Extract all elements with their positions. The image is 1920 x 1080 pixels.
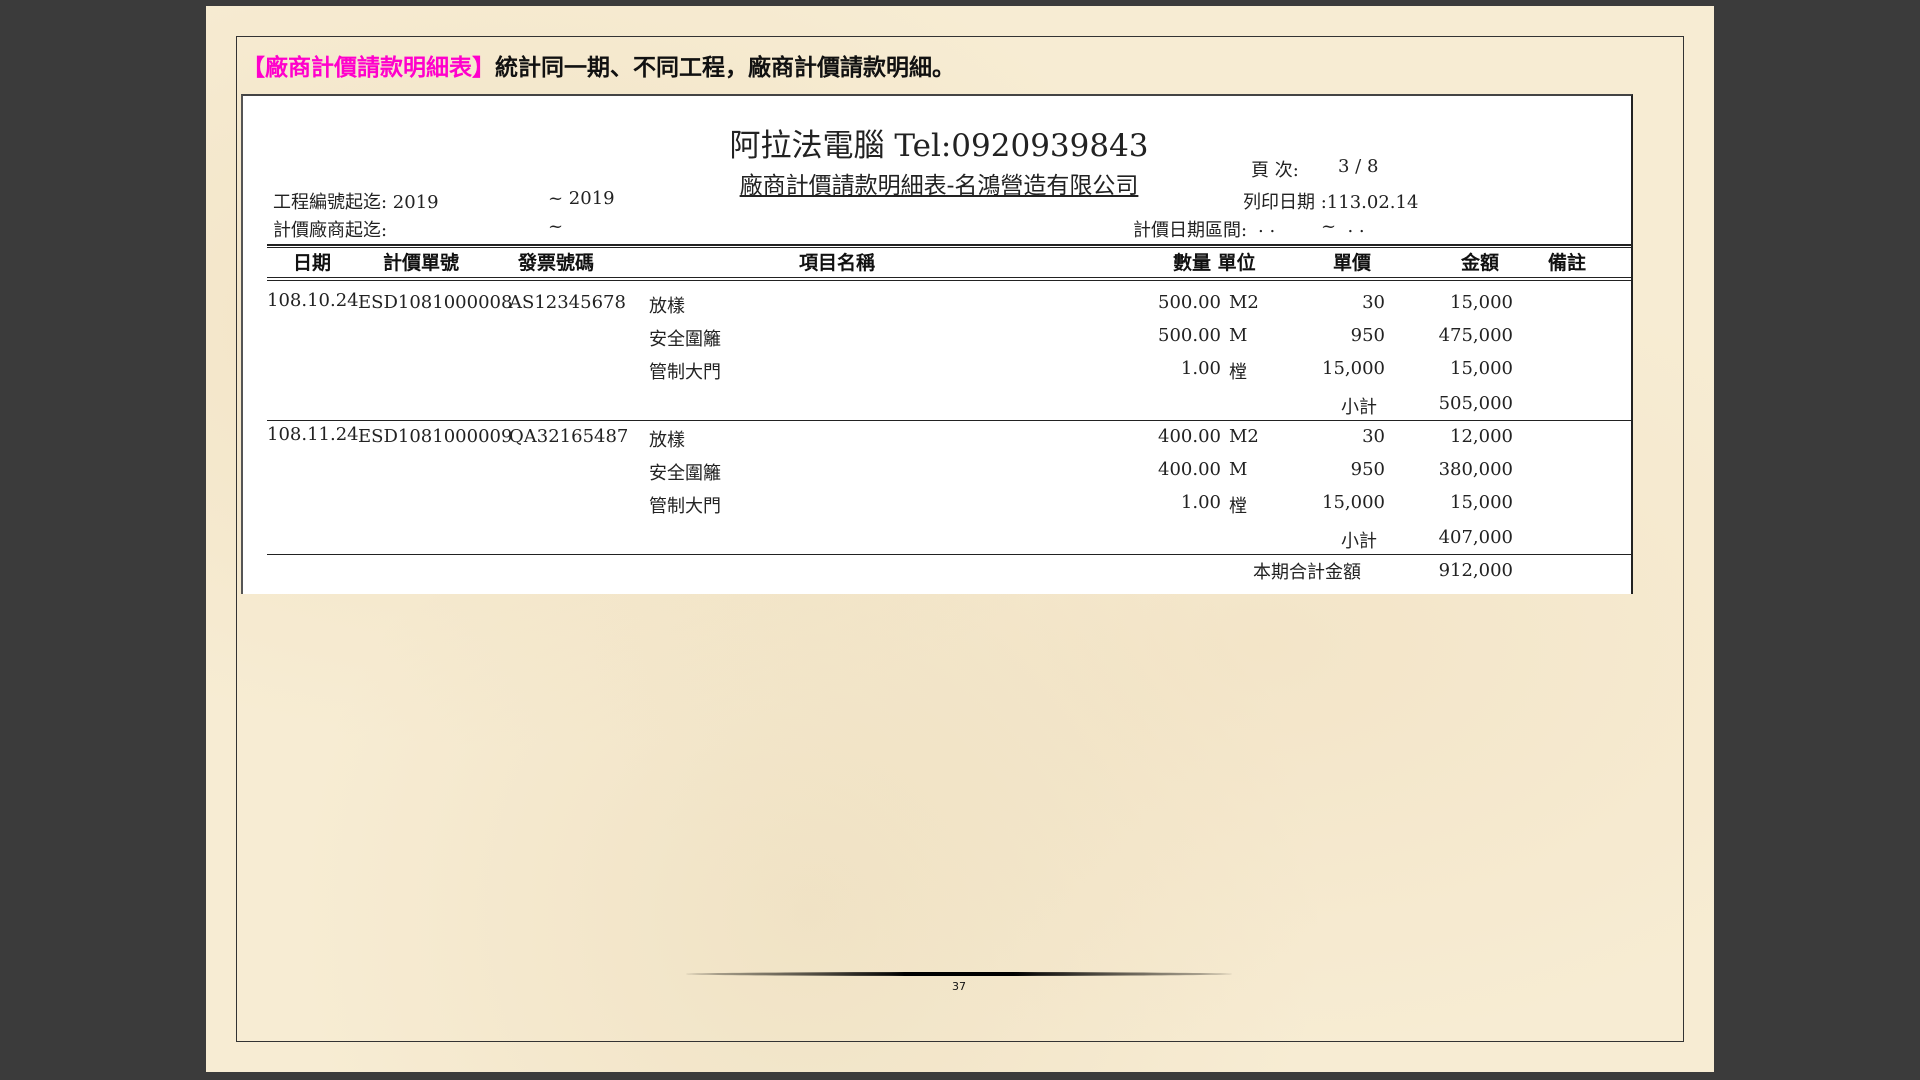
item-qty: 500.00 <box>1158 292 1221 313</box>
item-qty: 400.00 <box>1158 426 1221 447</box>
item-amount: 380,000 <box>1438 459 1513 480</box>
subtotal-label: 小計 <box>1341 397 1377 418</box>
item-qty: 1.00 <box>1180 358 1221 379</box>
item-price: 950 <box>1350 325 1385 346</box>
item-price: 30 <box>1362 426 1385 447</box>
item-name: 安全圍籬 <box>649 329 721 350</box>
item-unit: M2 <box>1229 292 1259 313</box>
item-price: 15,000 <box>1322 358 1385 379</box>
item-price: 30 <box>1362 292 1385 313</box>
vendor-range-label: 計價廠商起迄: <box>273 220 388 241</box>
item-price: 15,000 <box>1322 492 1385 513</box>
item-amount: 15,000 <box>1450 358 1513 379</box>
header-bottom-rule-2 <box>267 280 1633 281</box>
item-unit: M <box>1229 325 1248 346</box>
item-name: 管制大門 <box>649 496 721 517</box>
section-heading: 【廠商計價請款明細表】統計同一期、不同工程，廠商計價請款明細。 <box>242 48 955 82</box>
group-divider <box>267 420 1633 421</box>
report-sheet: 阿拉法電腦 Tel:0920939843 廠商計價請款明細表-名鴻營造有限公司 … <box>241 94 1633 594</box>
col-qty-unit: 數量 單位 <box>1173 252 1256 274</box>
date-range-value: . . ~ . . <box>1258 216 1365 237</box>
subtotal-label: 小計 <box>1341 531 1377 552</box>
document-page: 【廠商計價請款明細表】統計同一期、不同工程，廠商計價請款明細。 阿拉法電腦 Te… <box>206 6 1714 1072</box>
item-amount: 15,000 <box>1450 492 1513 513</box>
page-number: 37 <box>952 980 966 993</box>
header-top-rule-2 <box>267 247 1633 248</box>
row-doc-no: ESD1081000008 <box>358 292 513 313</box>
col-doc-no: 計價單號 <box>383 252 460 274</box>
item-name: 放樣 <box>649 296 685 317</box>
project-range-label: 工程編號起迄: 2019 <box>273 192 439 213</box>
page-label: 頁 次: <box>1251 160 1299 181</box>
project-range-to: ~ 2019 <box>548 188 615 209</box>
item-qty: 500.00 <box>1158 325 1221 346</box>
page-value: 3 / 8 <box>1338 156 1379 177</box>
col-item-name: 項目名稱 <box>799 252 876 274</box>
grand-total-label: 本期合計金額 <box>1253 562 1361 583</box>
subtotal-amount: 407,000 <box>1438 527 1513 548</box>
col-invoice: 發票號碼 <box>518 252 595 274</box>
row-doc-no: ESD1081000009 <box>358 426 513 447</box>
subtotal-amount: 505,000 <box>1438 393 1513 414</box>
item-unit: 樘 <box>1229 362 1247 383</box>
item-amount: 475,000 <box>1438 325 1513 346</box>
row-invoice: QA32165487 <box>509 426 629 447</box>
company-title: 阿拉法電腦 Tel:0920939843 <box>729 128 1149 164</box>
date-range-label: 計價日期區間: <box>1133 220 1248 241</box>
footer-rule <box>686 972 1232 976</box>
item-unit: M2 <box>1229 426 1259 447</box>
col-date: 日期 <box>293 252 332 274</box>
item-qty: 400.00 <box>1158 459 1221 480</box>
item-name: 安全圍籬 <box>649 463 721 484</box>
row-invoice: AS12345678 <box>509 292 626 313</box>
header-top-rule <box>267 244 1633 246</box>
item-amount: 12,000 <box>1450 426 1513 447</box>
header-bottom-rule <box>267 277 1633 278</box>
heading-text: 統計同一期、不同工程，廠商計價請款明細。 <box>495 55 955 81</box>
item-name: 放樣 <box>649 430 685 451</box>
item-amount: 15,000 <box>1450 292 1513 313</box>
col-amount: 金額 <box>1461 252 1500 274</box>
col-remark: 備註 <box>1548 252 1587 274</box>
item-qty: 1.00 <box>1180 492 1221 513</box>
item-price: 950 <box>1350 459 1385 480</box>
col-price: 單價 <box>1333 252 1372 274</box>
vendor-range-to: ~ <box>548 216 564 237</box>
row-date: 108.11.24 <box>267 424 359 445</box>
item-unit: M <box>1229 459 1248 480</box>
report-subtitle: 廠商計價請款明細表-名鴻營造有限公司 <box>739 173 1139 199</box>
item-unit: 樘 <box>1229 496 1247 517</box>
print-date: 列印日期 :113.02.14 <box>1243 192 1419 213</box>
heading-tag: 【廠商計價請款明細表】 <box>242 55 495 81</box>
grand-total-amount: 912,000 <box>1438 560 1513 581</box>
total-divider <box>267 554 1633 555</box>
row-date: 108.10.24 <box>267 290 359 311</box>
item-name: 管制大門 <box>649 362 721 383</box>
